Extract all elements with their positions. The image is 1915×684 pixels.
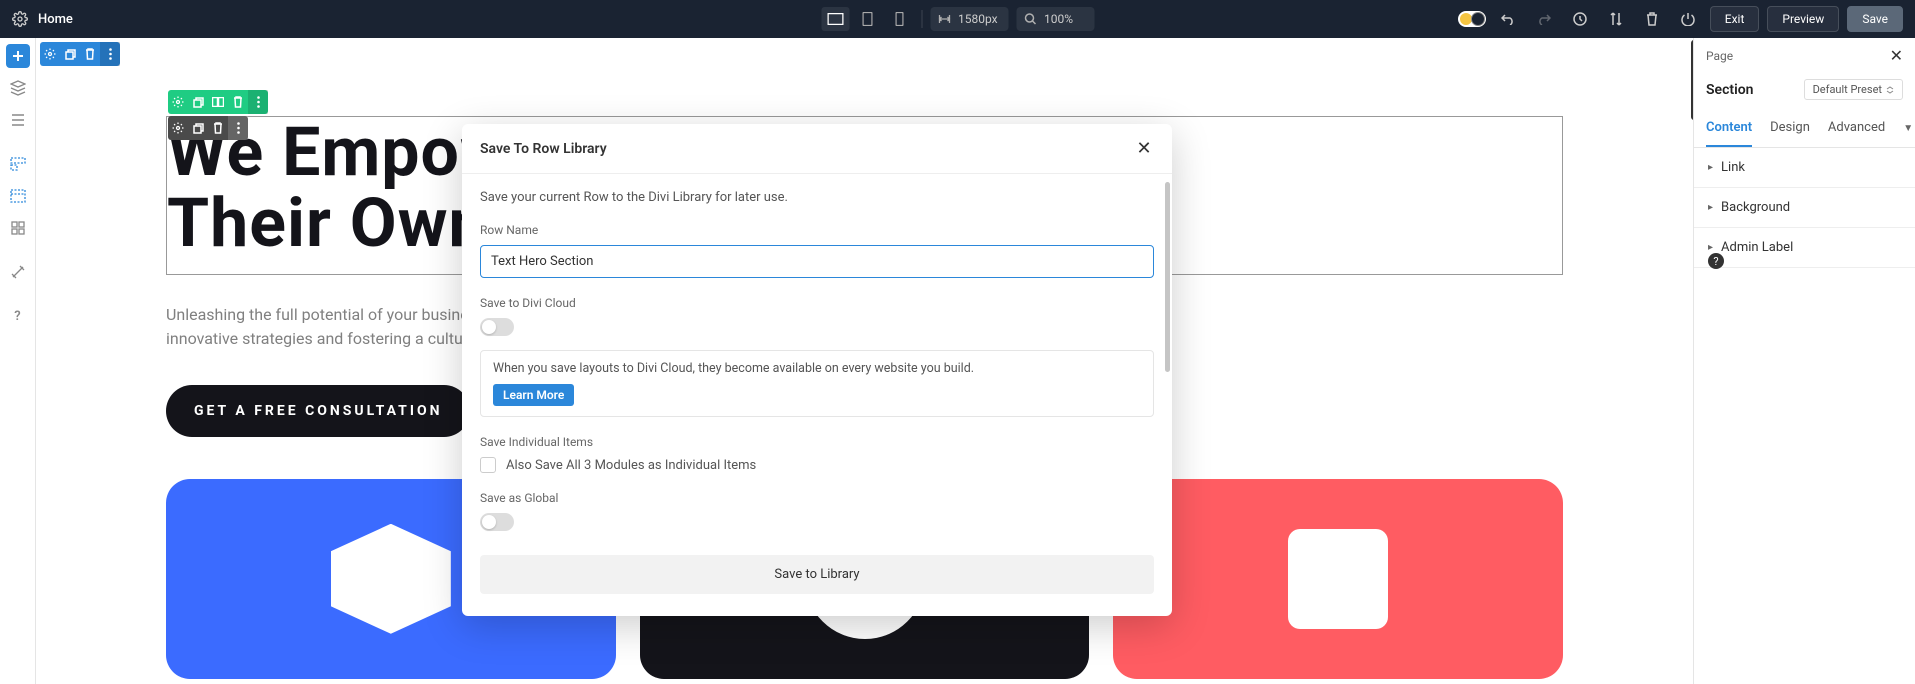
chevron-down-icon[interactable]: ▼	[1903, 123, 1913, 134]
trash-icon[interactable]	[1638, 7, 1666, 31]
individual-checkbox[interactable]	[480, 457, 496, 473]
individual-label: Save Individual Items	[480, 435, 1154, 449]
learn-more-button[interactable]: Learn More	[493, 384, 574, 406]
desktop-icon[interactable]	[821, 7, 849, 31]
module-duplicate-icon[interactable]	[188, 116, 208, 140]
modal-description: Save your current Row to the Divi Librar…	[480, 190, 1154, 205]
redo-icon[interactable]	[1530, 7, 1558, 31]
topbar: Home Exit Preview Save	[0, 0, 1915, 38]
close-icon[interactable]: ✕	[1890, 46, 1903, 65]
power-icon[interactable]	[1674, 7, 1702, 31]
hexagon-icon	[331, 524, 451, 634]
section-label: Section	[1706, 82, 1753, 98]
section-more-icon[interactable]	[100, 42, 120, 66]
row-duplicate-icon[interactable]	[188, 90, 208, 114]
tablet-icon[interactable]	[853, 7, 881, 31]
left-sidebar: ?	[0, 38, 36, 684]
cta-button[interactable]: GET A FREE CONSULTATION	[166, 385, 470, 437]
cloud-info-box: When you save layouts to Divi Cloud, the…	[480, 350, 1154, 417]
module-settings-icon[interactable]	[168, 116, 188, 140]
section-delete-icon[interactable]	[80, 42, 100, 66]
modal-scrollbar[interactable]	[1165, 182, 1170, 372]
save-library-button[interactable]: Save to Library	[480, 555, 1154, 594]
modal-title: Save To Row Library	[480, 141, 607, 157]
cloud-info-text: When you save layouts to Divi Cloud, the…	[493, 361, 1141, 376]
individual-check-label: Also Save All 3 Modules as Individual It…	[506, 458, 756, 473]
row-name-label: Row Name	[480, 223, 1154, 237]
breadcrumb[interactable]: Page	[1706, 49, 1733, 63]
module-delete-icon[interactable]	[208, 116, 228, 140]
cloud-label: Save to Divi Cloud	[480, 296, 1154, 310]
help-icon[interactable]: ?	[6, 304, 30, 328]
page-title[interactable]: Home	[38, 12, 73, 27]
cloud-toggle[interactable]	[480, 318, 514, 336]
exit-button[interactable]: Exit	[1710, 6, 1760, 32]
mobile-icon[interactable]	[885, 7, 913, 31]
history-icon[interactable]	[1566, 7, 1594, 31]
row-columns-icon[interactable]	[208, 90, 228, 114]
row-delete-icon[interactable]	[228, 90, 248, 114]
card-red[interactable]	[1113, 479, 1563, 679]
section-toolbar	[40, 42, 120, 66]
row-settings-icon[interactable]	[168, 90, 188, 114]
add-button[interactable]	[6, 44, 30, 68]
save-button[interactable]: Save	[1847, 6, 1903, 32]
settings-icon[interactable]	[12, 11, 28, 27]
accordion-link[interactable]: Link	[1694, 148, 1915, 188]
row-name-input[interactable]	[480, 245, 1154, 278]
preview-button[interactable]: Preview	[1767, 6, 1839, 32]
help-badge[interactable]: ?	[1708, 253, 1724, 269]
preset-dropdown[interactable]: Default Preset	[1804, 79, 1903, 100]
canvas-width-input[interactable]	[930, 7, 1008, 31]
tab-content[interactable]: Content	[1706, 110, 1752, 147]
wireframe-icon[interactable]	[6, 152, 30, 176]
tools-icon[interactable]	[6, 260, 30, 284]
row-toolbar	[168, 90, 268, 114]
accordion-background[interactable]: Background	[1694, 188, 1915, 228]
save-library-modal: Save To Row Library ✕ Save your current …	[462, 124, 1172, 616]
global-label: Save as Global	[480, 491, 1154, 505]
template-icon[interactable]	[6, 184, 30, 208]
right-panel: Page ✕ Section Default Preset Content De…	[1693, 38, 1915, 684]
accordion-admin-label[interactable]: Admin Label	[1694, 228, 1915, 268]
settings-tabs: Content Design Advanced ▼	[1694, 110, 1915, 148]
tab-advanced[interactable]: Advanced	[1828, 110, 1885, 147]
zoom-input[interactable]	[1016, 7, 1094, 31]
list-icon[interactable]	[6, 108, 30, 132]
module-toolbar	[168, 116, 248, 140]
square-icon	[1288, 529, 1388, 629]
grid-icon[interactable]	[6, 216, 30, 240]
modal-close-icon[interactable]: ✕	[1134, 138, 1154, 159]
theme-toggle[interactable]	[1458, 11, 1486, 27]
module-more-icon[interactable]	[228, 116, 248, 140]
global-toggle[interactable]	[480, 513, 514, 531]
layers-icon[interactable]	[6, 76, 30, 100]
undo-icon[interactable]	[1494, 7, 1522, 31]
section-duplicate-icon[interactable]	[60, 42, 80, 66]
sort-icon[interactable]	[1602, 7, 1630, 31]
row-more-icon[interactable]	[248, 90, 268, 114]
tab-design[interactable]: Design	[1770, 110, 1810, 147]
section-settings-icon[interactable]	[40, 42, 60, 66]
device-switcher	[821, 7, 913, 31]
